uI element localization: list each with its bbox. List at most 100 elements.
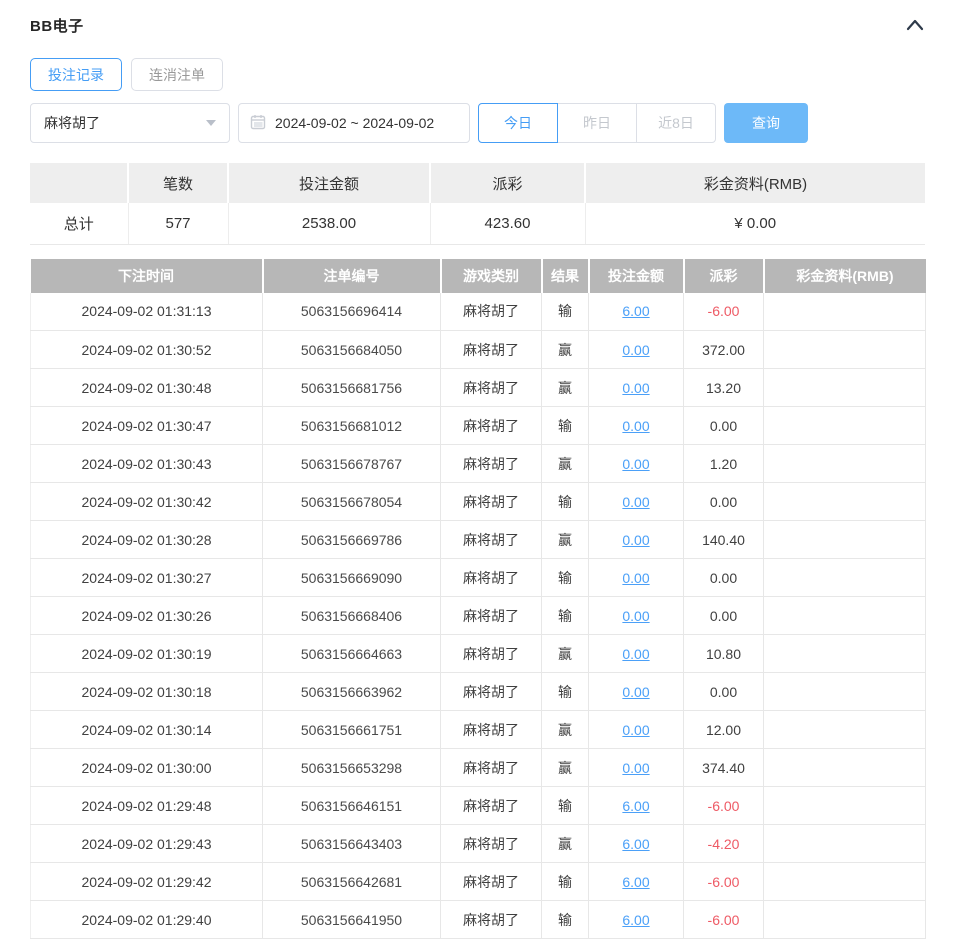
order-id-cell: 5063156678767 — [262, 444, 441, 483]
bet-amount-cell: 0.00 — [588, 672, 684, 711]
result-cell: 输 — [541, 786, 589, 825]
quick-yesterday-button[interactable]: 昨日 — [557, 103, 637, 143]
bet-amount-link[interactable]: 0.00 — [622, 608, 649, 624]
game-type-cell: 麻将胡了 — [440, 406, 542, 445]
bet-amount-link[interactable]: 0.00 — [622, 380, 649, 396]
order-id-cell: 5063156678054 — [262, 482, 441, 521]
date-range-value: 2024-09-02 ~ 2024-09-02 — [275, 115, 435, 131]
game-type-cell: 麻将胡了 — [440, 444, 542, 483]
bonus-cell — [763, 748, 926, 787]
game-type-cell: 麻将胡了 — [440, 292, 542, 331]
order-id-cell: 5063156696414 — [262, 292, 441, 331]
order-id-cell: 5063156663962 — [262, 672, 441, 711]
bet-amount-link[interactable]: 6.00 — [622, 303, 649, 319]
quick-today-button[interactable]: 今日 — [478, 103, 558, 143]
table-row: 2024-09-02 01:30:27 5063156669090 麻将胡了 输… — [30, 558, 926, 597]
table-row: 2024-09-02 01:30:42 5063156678054 麻将胡了 输… — [30, 482, 926, 521]
bet-amount-link[interactable]: 6.00 — [622, 874, 649, 890]
bet-amount-link[interactable]: 6.00 — [622, 798, 649, 814]
table-row: 2024-09-02 01:29:42 5063156642681 麻将胡了 输… — [30, 862, 926, 901]
bet-amount-link[interactable]: 0.00 — [622, 684, 649, 700]
bet-time-cell: 2024-09-02 01:30:42 — [30, 482, 263, 521]
game-type-cell: 麻将胡了 — [440, 520, 542, 559]
game-type-cell: 麻将胡了 — [440, 672, 542, 711]
bet-time-cell: 2024-09-02 01:30:48 — [30, 368, 263, 407]
payout-value: 374.40 — [702, 759, 745, 776]
summary-total-row: 总计 577 2538.00 423.60 ¥ 0.00 — [30, 203, 925, 245]
bet-amount-link[interactable]: 0.00 — [622, 456, 649, 472]
result-cell: 输 — [541, 596, 589, 635]
col-header-bet-time: 下注时间 — [30, 258, 264, 293]
date-range-input[interactable]: 2024-09-02 ~ 2024-09-02 — [238, 103, 470, 143]
table-row: 2024-09-02 01:30:26 5063156668406 麻将胡了 输… — [30, 596, 926, 635]
bet-amount-cell: 0.00 — [588, 368, 684, 407]
bet-amount-link[interactable]: 0.00 — [622, 646, 649, 662]
bet-amount-link[interactable]: 0.00 — [622, 722, 649, 738]
bet-amount-cell: 0.00 — [588, 710, 684, 749]
summary-header-bonus: 彩金资料(RMB) — [585, 163, 925, 203]
bet-time-cell: 2024-09-02 01:31:13 — [30, 292, 263, 331]
table-row: 2024-09-02 01:30:52 5063156684050 麻将胡了 赢… — [30, 330, 926, 369]
bet-amount-cell: 6.00 — [588, 824, 684, 863]
quick-last8days-button[interactable]: 近8日 — [636, 103, 716, 143]
payout-value: 13.20 — [705, 379, 742, 396]
bet-amount-cell: 6.00 — [588, 292, 684, 331]
bet-amount-link[interactable]: 0.00 — [622, 760, 649, 776]
result-cell: 输 — [541, 900, 589, 939]
bet-table-header-row: 下注时间 注单编号 游戏类别 结果 投注金额 派彩 彩金资料(RMB) — [30, 258, 926, 293]
collapse-button[interactable] — [905, 18, 925, 32]
query-button[interactable]: 查询 — [724, 103, 808, 143]
payout-cell: -6.00 — [683, 292, 764, 331]
result-cell: 输 — [541, 672, 589, 711]
bonus-cell — [763, 824, 926, 863]
bet-amount-cell: 0.00 — [588, 406, 684, 445]
payout-cell: -6.00 — [683, 900, 764, 939]
table-row: 2024-09-02 01:30:00 5063156653298 麻将胡了 赢… — [30, 748, 926, 787]
bet-time-cell: 2024-09-02 01:30:47 — [30, 406, 263, 445]
game-select[interactable]: 麻将胡了 — [30, 103, 230, 143]
table-row: 2024-09-02 01:29:43 5063156643403 麻将胡了 赢… — [30, 824, 926, 863]
order-id-cell: 5063156643403 — [262, 824, 441, 863]
bonus-cell — [763, 520, 926, 559]
payout-cell: 372.00 — [683, 330, 764, 369]
payout-cell: -4.20 — [683, 824, 764, 863]
order-id-cell: 5063156664663 — [262, 634, 441, 673]
game-type-cell: 麻将胡了 — [440, 482, 542, 521]
result-cell: 输 — [541, 482, 589, 521]
summary-count-value: 577 — [128, 203, 229, 245]
table-row: 2024-09-02 01:30:47 5063156681012 麻将胡了 输… — [30, 406, 926, 445]
bet-amount-link[interactable]: 0.00 — [622, 342, 649, 358]
bet-amount-link[interactable]: 0.00 — [622, 570, 649, 586]
game-type-cell: 麻将胡了 — [440, 634, 542, 673]
bet-records-panel: BB电子 投注记录 连消注单 麻将胡了 2024-09-02 ~ 2024-09… — [0, 0, 962, 939]
bonus-cell — [763, 558, 926, 597]
game-type-cell: 麻将胡了 — [440, 748, 542, 787]
order-id-cell: 5063156641950 — [262, 900, 441, 939]
tab-bet-records[interactable]: 投注记录 — [30, 58, 122, 91]
tab-cancelled-orders[interactable]: 连消注单 — [131, 58, 223, 91]
result-cell: 赢 — [541, 710, 589, 749]
payout-value: 12.00 — [705, 721, 742, 738]
order-id-cell: 5063156661751 — [262, 710, 441, 749]
payout-cell: 0.00 — [683, 482, 764, 521]
bet-amount-link[interactable]: 6.00 — [622, 912, 649, 928]
payout-cell: 0.00 — [683, 558, 764, 597]
bet-amount-link[interactable]: 0.00 — [622, 494, 649, 510]
bonus-cell — [763, 596, 926, 635]
bet-time-cell: 2024-09-02 01:30:27 — [30, 558, 263, 597]
bet-amount-cell: 6.00 — [588, 862, 684, 901]
bet-amount-link[interactable]: 0.00 — [622, 418, 649, 434]
bonus-cell — [763, 368, 926, 407]
order-id-cell: 5063156681756 — [262, 368, 441, 407]
bonus-cell — [763, 482, 926, 521]
result-cell: 赢 — [541, 444, 589, 483]
bet-amount-link[interactable]: 6.00 — [622, 836, 649, 852]
table-row: 2024-09-02 01:30:18 5063156663962 麻将胡了 输… — [30, 672, 926, 711]
bonus-cell — [763, 406, 926, 445]
order-id-cell: 5063156646151 — [262, 786, 441, 825]
bet-amount-cell: 0.00 — [588, 482, 684, 521]
bonus-cell — [763, 710, 926, 749]
bonus-cell — [763, 330, 926, 369]
bet-amount-link[interactable]: 0.00 — [622, 532, 649, 548]
game-type-cell: 麻将胡了 — [440, 786, 542, 825]
